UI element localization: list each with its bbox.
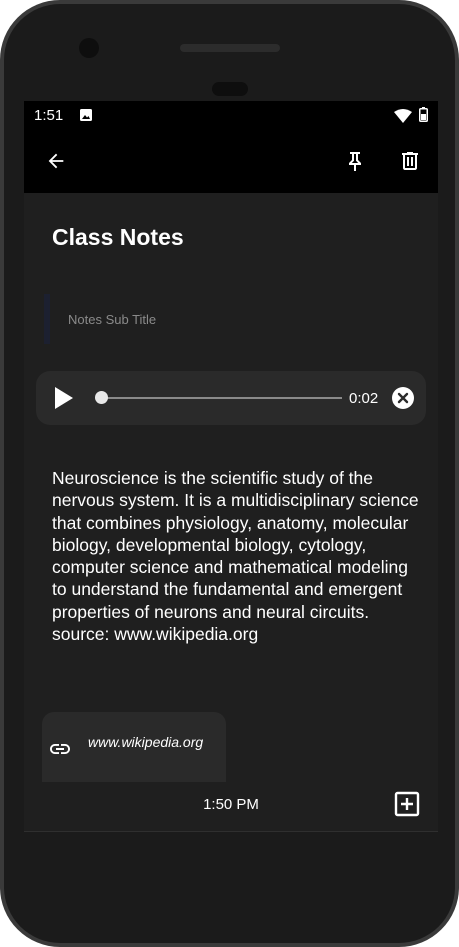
trash-icon (402, 152, 418, 170)
battery-icon (419, 107, 428, 122)
audio-progress-track[interactable] (100, 397, 342, 399)
pin-icon (349, 152, 361, 171)
image-notification-icon (80, 109, 92, 121)
front-camera (79, 38, 99, 58)
toolbar (24, 129, 438, 193)
status-bar: 1:51 (24, 101, 438, 129)
play-icon[interactable] (52, 385, 76, 411)
audio-progress-knob[interactable] (95, 391, 108, 404)
bottom-divider (24, 831, 438, 832)
note-timestamp: 1:50 PM (203, 796, 259, 813)
wifi-icon (394, 109, 412, 123)
note-subtitle[interactable]: Notes Sub Title (68, 312, 156, 327)
app-screen: 1:51 Class Notes Notes Sub Title 0:02 Ne… (24, 101, 438, 832)
earpiece-speaker (180, 44, 280, 52)
link-icon (50, 744, 70, 754)
arrow-left-icon (48, 153, 64, 169)
audio-time: 0:02 (349, 390, 379, 407)
delete-button[interactable] (390, 141, 430, 181)
note-body[interactable]: Neuroscience is the scientific study of … (52, 467, 422, 645)
link-url[interactable]: www.wikipedia.org (88, 732, 213, 752)
audio-player: 0:02 (36, 371, 426, 425)
status-time: 1:51 (34, 107, 64, 124)
add-box-icon[interactable] (394, 791, 420, 817)
proximity-sensor (212, 82, 248, 96)
link-card[interactable]: www.wikipedia.org (42, 712, 226, 782)
close-circle-icon[interactable] (391, 386, 415, 410)
back-button[interactable] (36, 141, 76, 181)
note-title[interactable]: Class Notes (52, 224, 184, 251)
phone-frame: 1:51 Class Notes Notes Sub Title 0:02 Ne… (0, 0, 459, 947)
pin-button[interactable] (335, 141, 375, 181)
subtitle-accent-bar (44, 294, 50, 344)
